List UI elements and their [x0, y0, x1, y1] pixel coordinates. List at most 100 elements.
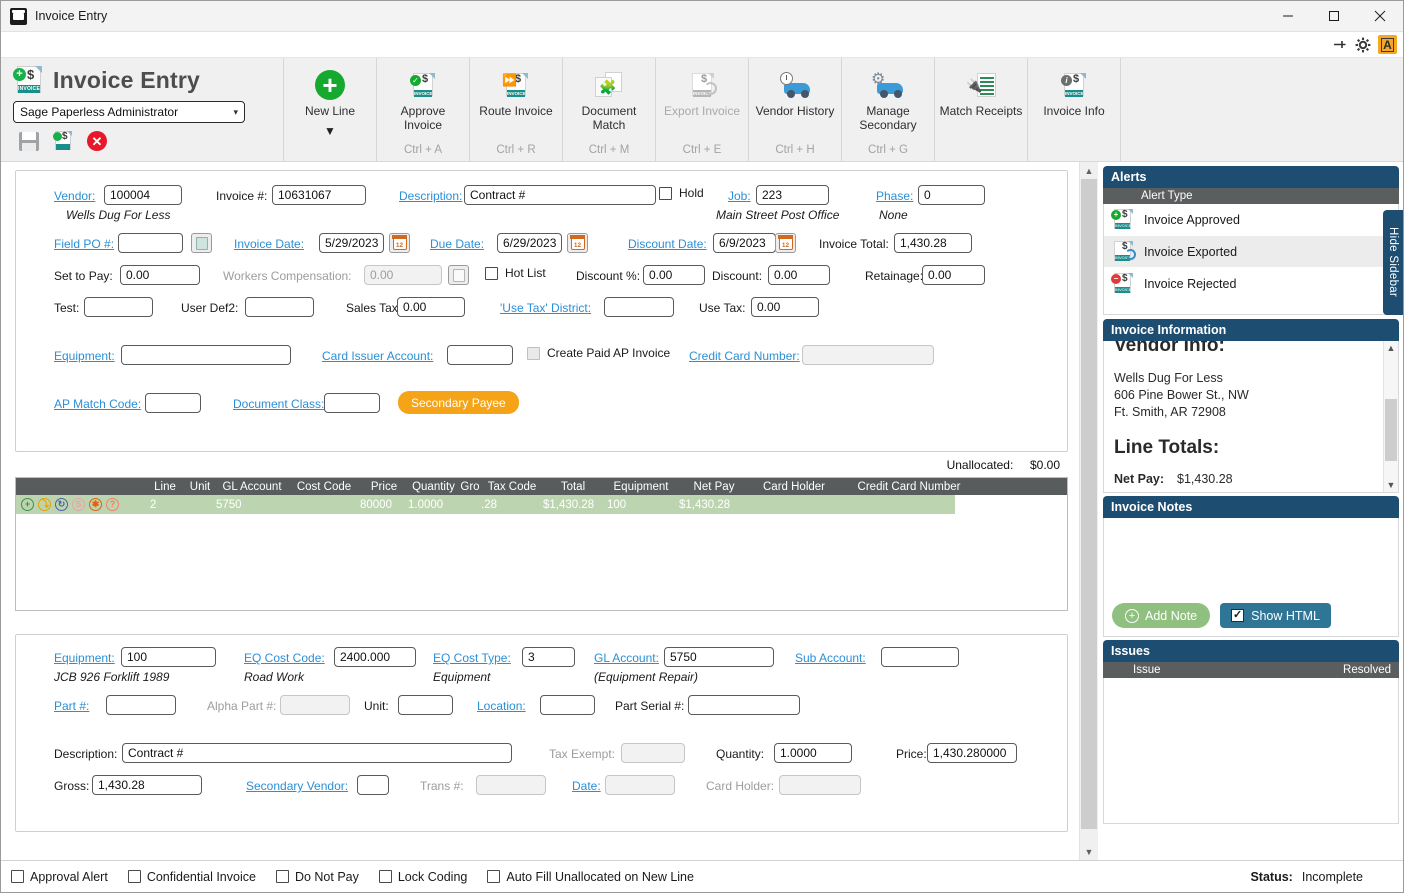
hold-checkbox[interactable]: [659, 186, 672, 200]
field-po-input[interactable]: [118, 233, 183, 253]
refresh-icon[interactable]: ↻: [55, 498, 68, 511]
ribbon-item-match-receipts[interactable]: 🔌 Match Receipts: [934, 58, 1027, 161]
grid-col-equipment[interactable]: Equipment: [603, 481, 679, 493]
eq-cost-type-label[interactable]: EQ Cost Type:: [433, 651, 511, 665]
table-row[interactable]: + ⤵ ↻ S ✱ ? 2 5750 80000 1.0000 .28 $1,4…: [16, 495, 1067, 514]
minimize-button[interactable]: [1265, 1, 1311, 32]
expand-icon[interactable]: ⤵: [38, 498, 51, 511]
invoice-notes-body[interactable]: + Add Note ✓ Show HTML: [1103, 518, 1399, 637]
ribbon-item-vendor-history[interactable]: Vendor History Ctrl + H: [748, 58, 841, 161]
invoice-lines-grid[interactable]: Line Unit GL Account Cost Code Price Qua…: [15, 477, 1068, 611]
add-note-button[interactable]: + Add Note: [1112, 603, 1211, 628]
scrollbar-thumb[interactable]: [1081, 179, 1097, 829]
info-scroll-down-icon[interactable]: ▼: [1384, 478, 1398, 492]
invoice-date-label[interactable]: Invoice Date:: [234, 237, 304, 251]
description-label[interactable]: Description:: [399, 189, 462, 203]
document-class-input[interactable]: [324, 393, 380, 413]
close-button[interactable]: [1357, 1, 1403, 32]
approval-alert-checkbox-group[interactable]: Approval Alert: [11, 870, 108, 884]
ribbon-item-manage-secondary[interactable]: ⚙ Manage Secondary Ctrl + G: [841, 58, 934, 161]
show-html-checkbox[interactable]: ✓: [1231, 609, 1245, 622]
delete-icon[interactable]: ✱: [89, 498, 102, 511]
location-input[interactable]: [540, 695, 595, 715]
split-icon[interactable]: S: [72, 498, 85, 511]
ribbon-item-invoice-info[interactable]: $ INVOICE i Invoice Info: [1027, 58, 1120, 161]
part-number-label[interactable]: Part #:: [54, 699, 89, 713]
discount-percent-input[interactable]: 0.00: [643, 265, 705, 285]
ap-match-code-input[interactable]: [145, 393, 201, 413]
grid-col-gro[interactable]: Gro: [459, 481, 481, 493]
do-not-pay-checkbox[interactable]: [275, 870, 289, 883]
ribbon-item-approve-invoice[interactable]: $ INVOICE ✓ Approve Invoice Ctrl + A: [376, 58, 469, 161]
set-to-pay-input[interactable]: 0.00: [120, 265, 200, 285]
info-scroll-up-icon[interactable]: ▲: [1384, 341, 1398, 355]
grid-col-tax-code[interactable]: Tax Code: [481, 481, 543, 493]
cancel-icon[interactable]: ✕: [87, 131, 107, 151]
lock-coding-checkbox[interactable]: [378, 870, 392, 883]
do-not-pay-checkbox-group[interactable]: Do Not Pay: [275, 870, 359, 884]
card-issuer-account-label[interactable]: Card Issuer Account:: [322, 349, 433, 363]
grid-col-total[interactable]: Total: [543, 481, 603, 493]
approval-alert-checkbox[interactable]: [11, 870, 24, 883]
info-scrollbar-thumb[interactable]: [1385, 399, 1397, 461]
job-label[interactable]: Job:: [728, 189, 751, 203]
discount-date-input[interactable]: 6/9/2023: [713, 233, 776, 253]
card-issuer-account-input[interactable]: [447, 345, 513, 365]
detail-equipment-input[interactable]: 100: [121, 647, 216, 667]
test-input[interactable]: [84, 297, 153, 317]
grid-col-price[interactable]: Price: [360, 481, 408, 493]
use-tax-district-input[interactable]: [604, 297, 674, 317]
ribbon-item-document-match[interactable]: 🧩 Document Match Ctrl + M: [562, 58, 655, 161]
hot-list-checkbox[interactable]: [485, 266, 498, 280]
detail-description-input[interactable]: Contract #: [122, 743, 512, 763]
document-class-label[interactable]: Document Class:: [233, 397, 324, 411]
phase-label[interactable]: Phase:: [876, 189, 913, 203]
auto-fill-unallocated-checkbox[interactable]: [487, 870, 501, 883]
detail-price-input[interactable]: 1,430.280000: [927, 743, 1017, 763]
ribbon-item-new-line[interactable]: New Line ▼: [283, 58, 376, 161]
ribbon-item-route-invoice[interactable]: $ INVOICE ⏩ Route Invoice Ctrl + R: [469, 58, 562, 161]
grid-col-quantity[interactable]: Quantity: [408, 481, 459, 493]
invoice-date-input[interactable]: 5/29/2023: [319, 233, 384, 253]
part-serial-input[interactable]: [688, 695, 800, 715]
retainage-input[interactable]: 0.00: [922, 265, 985, 285]
phase-input[interactable]: 0: [918, 185, 985, 205]
list-item[interactable]: $ INVOICE + Invoice Approved: [1104, 204, 1398, 236]
grid-col-net-pay[interactable]: Net Pay: [679, 481, 749, 493]
discount-date-label[interactable]: Discount Date:: [628, 237, 707, 251]
discount-date-calendar-icon[interactable]: 12: [775, 233, 796, 253]
maximize-button[interactable]: [1311, 1, 1357, 32]
confidential-invoice-checkbox[interactable]: [127, 870, 141, 883]
field-po-label[interactable]: Field PO #:: [54, 237, 114, 251]
list-item[interactable]: $ INVOICE Invoice Exported: [1104, 236, 1398, 268]
main-vertical-scrollbar[interactable]: ▲ ▼: [1079, 162, 1098, 860]
hide-sidebar-button[interactable]: Hide Sidebar: [1383, 210, 1403, 315]
secondary-payee-button[interactable]: Secondary Payee: [398, 391, 519, 414]
gross-input[interactable]: 1,430.28: [92, 775, 202, 795]
alerts-column-alert-type[interactable]: Alert Type: [1111, 190, 1193, 202]
equipment-header-label[interactable]: Equipment:: [54, 349, 115, 363]
credit-card-number-label[interactable]: Credit Card Number:: [689, 349, 800, 363]
vendor-input[interactable]: 100004: [104, 185, 182, 205]
due-date-calendar-icon[interactable]: 12: [567, 233, 588, 253]
invoice-total-input[interactable]: 1,430.28: [894, 233, 972, 253]
show-html-toggle[interactable]: ✓ Show HTML: [1220, 603, 1331, 628]
issues-column-resolved[interactable]: Resolved: [1343, 664, 1391, 676]
discount-input[interactable]: 0.00: [768, 265, 830, 285]
invoice-date-calendar-icon[interactable]: 12: [389, 233, 410, 253]
grid-col-unit[interactable]: Unit: [184, 481, 216, 493]
part-number-input[interactable]: [106, 695, 176, 715]
ap-match-code-label[interactable]: AP Match Code:: [54, 397, 141, 411]
list-item[interactable]: $ INVOICE − Invoice Rejected: [1104, 268, 1398, 300]
detail-unit-input[interactable]: [398, 695, 453, 715]
confidential-invoice-checkbox-group[interactable]: Confidential Invoice: [127, 870, 256, 884]
use-tax-input[interactable]: 0.00: [751, 297, 819, 317]
use-tax-district-label[interactable]: 'Use Tax' District:: [500, 301, 591, 315]
eq-cost-type-input[interactable]: 3: [522, 647, 575, 667]
eq-cost-code-input[interactable]: 2400.000: [334, 647, 416, 667]
grid-col-credit-card-number[interactable]: Credit Card Number: [839, 481, 979, 493]
gear-icon[interactable]: [1354, 36, 1372, 54]
accessibility-badge-icon[interactable]: A: [1378, 35, 1397, 54]
new-line-caret-down-icon[interactable]: ▼: [324, 124, 336, 138]
save-icon[interactable]: [19, 131, 39, 151]
